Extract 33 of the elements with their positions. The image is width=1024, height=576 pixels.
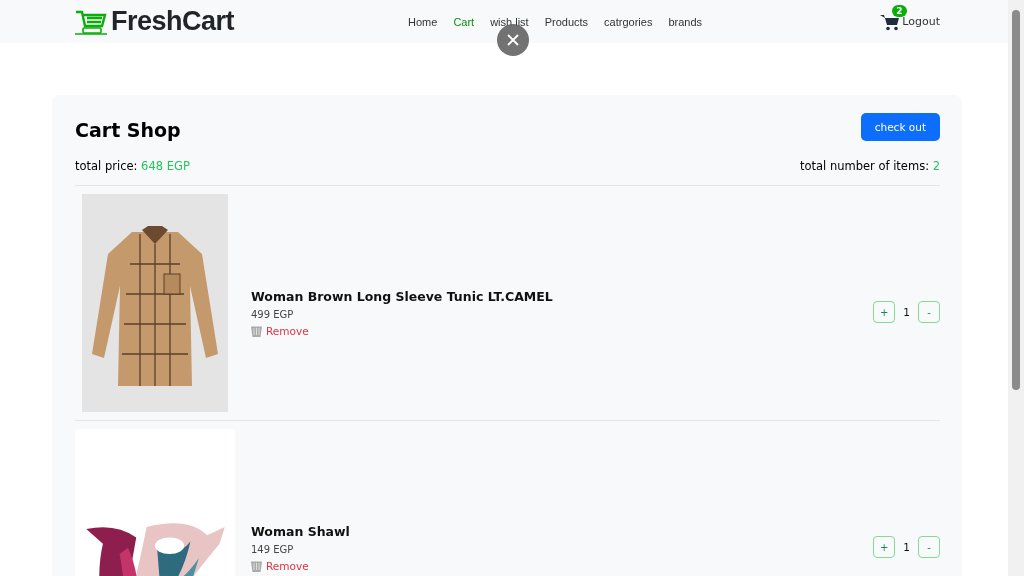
trash-icon xyxy=(251,560,262,572)
decrease-button[interactable]: - xyxy=(918,536,940,558)
remove-button[interactable]: Remove xyxy=(251,325,874,337)
checkout-button[interactable]: check out xyxy=(860,113,940,141)
close-icon xyxy=(507,34,519,46)
brand-name: FreshCart xyxy=(111,6,235,37)
quantity: 1 xyxy=(903,306,910,318)
increase-button[interactable]: + xyxy=(873,536,896,558)
product-name: Woman Brown Long Sleeve Tunic LT.CAMEL xyxy=(251,289,554,304)
cart-icon xyxy=(75,8,107,35)
product-price: 499 EGP xyxy=(251,309,295,320)
nav-link[interactable]: brands xyxy=(668,15,703,28)
logout-link[interactable]: Logout xyxy=(902,15,940,28)
trash-icon xyxy=(251,325,262,337)
nav-link[interactable]: Cart xyxy=(453,15,475,28)
brand-logo[interactable]: FreshCart xyxy=(75,6,235,37)
product-price: 149 EGP xyxy=(251,544,295,555)
cart-icon[interactable] xyxy=(880,12,901,31)
remove-button[interactable]: Remove xyxy=(251,560,874,572)
increase-button[interactable]: + xyxy=(873,301,896,323)
product-name: Woman Shawl xyxy=(251,524,351,539)
nav-link[interactable]: catrgories xyxy=(604,15,653,28)
quantity: 1 xyxy=(903,541,910,553)
cart-count-badge: 2 xyxy=(892,4,907,17)
nav-link[interactable]: Products xyxy=(544,15,589,28)
decrease-button[interactable]: - xyxy=(918,301,940,323)
total-price: total price: 648 EGP xyxy=(75,159,190,173)
nav-link[interactable]: Home xyxy=(408,15,438,28)
page-title: Cart Shop xyxy=(75,119,181,141)
scrollbar[interactable] xyxy=(1008,0,1024,576)
nav-link[interactable]: wish list xyxy=(490,15,529,28)
close-button[interactable] xyxy=(497,24,529,56)
total-items: total number of items: 2 xyxy=(799,159,940,173)
